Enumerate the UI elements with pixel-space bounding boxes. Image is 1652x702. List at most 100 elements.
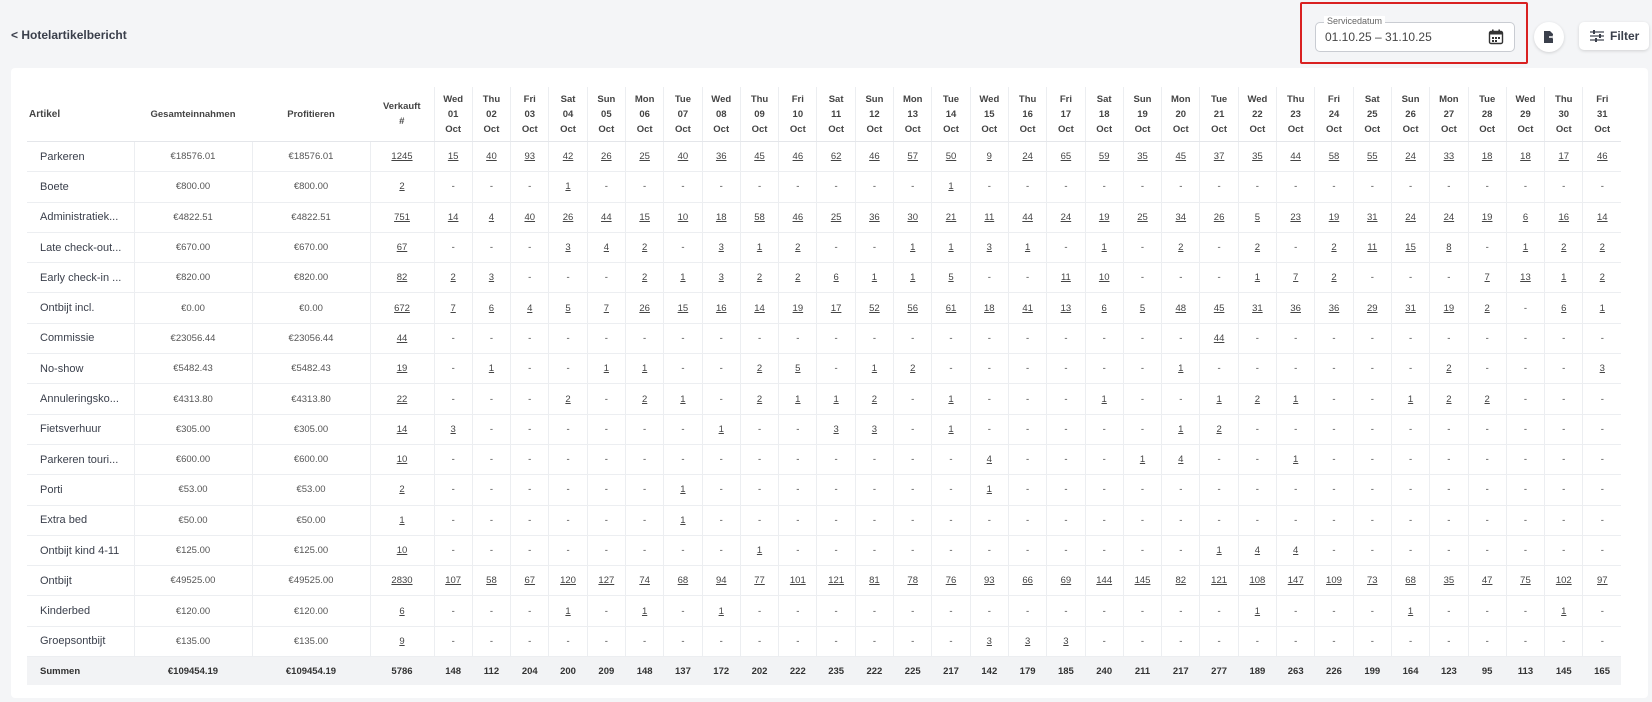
day-count-cell-value[interactable]: 1 xyxy=(680,394,685,405)
day-count-cell-value[interactable]: 2 xyxy=(910,363,915,374)
day-count-cell-value[interactable]: 6 xyxy=(489,303,494,314)
day-count-cell-value[interactable]: 69 xyxy=(1061,575,1072,586)
day-count-cell-value[interactable]: 24 xyxy=(1405,151,1416,162)
day-count-cell-value[interactable]: 97 xyxy=(1597,575,1608,586)
day-count-cell-value[interactable]: 57 xyxy=(907,151,918,162)
day-count-cell-value[interactable]: 46 xyxy=(793,151,804,162)
day-count-cell-value[interactable]: 2 xyxy=(795,242,800,253)
day-count-cell-value[interactable]: 37 xyxy=(1214,151,1225,162)
sold-count-cell-value[interactable]: 22 xyxy=(397,394,408,405)
day-count-cell-value[interactable]: 2 xyxy=(1255,394,1260,405)
day-count-cell-value[interactable]: 2 xyxy=(1178,242,1183,253)
day-count-cell-value[interactable]: 29 xyxy=(1367,303,1378,314)
day-count-cell-value[interactable]: 1 xyxy=(1600,303,1605,314)
day-count-cell-value[interactable]: 3 xyxy=(1063,636,1068,647)
day-count-cell-value[interactable]: 33 xyxy=(1444,151,1455,162)
sold-count-cell-value[interactable]: 2 xyxy=(399,181,404,192)
day-count-cell-value[interactable]: 52 xyxy=(869,303,880,314)
day-count-cell-value[interactable]: 41 xyxy=(1022,303,1033,314)
day-count-cell-value[interactable]: 82 xyxy=(1176,575,1187,586)
day-count-cell-value[interactable]: 74 xyxy=(639,575,650,586)
day-count-cell-value[interactable]: 14 xyxy=(1597,212,1608,223)
day-count-cell-value[interactable]: 24 xyxy=(1061,212,1072,223)
day-count-cell-value[interactable]: 1 xyxy=(948,181,953,192)
day-count-cell-value[interactable]: 58 xyxy=(754,212,765,223)
day-count-cell-value[interactable]: 66 xyxy=(1022,575,1033,586)
sold-count-cell-value[interactable]: 9 xyxy=(399,636,404,647)
day-count-cell-value[interactable]: 45 xyxy=(1214,303,1225,314)
day-count-cell-value[interactable]: 144 xyxy=(1096,575,1112,586)
day-count-cell-value[interactable]: 40 xyxy=(678,151,689,162)
day-count-cell-value[interactable]: 31 xyxy=(1252,303,1263,314)
day-count-cell-value[interactable]: 18 xyxy=(716,212,727,223)
day-count-cell-value[interactable]: 8 xyxy=(1446,242,1451,253)
day-count-cell-value[interactable]: 44 xyxy=(601,212,612,223)
day-count-cell-value[interactable]: 4 xyxy=(1293,545,1298,556)
day-count-cell-value[interactable]: 1 xyxy=(910,272,915,283)
day-count-cell-value[interactable]: 19 xyxy=(1329,212,1340,223)
day-count-cell-value[interactable]: 2 xyxy=(1485,394,1490,405)
day-count-cell-value[interactable]: 2 xyxy=(642,272,647,283)
day-count-cell-value[interactable]: 1 xyxy=(1561,606,1566,617)
day-count-cell-value[interactable]: 2 xyxy=(642,242,647,253)
day-count-cell-value[interactable]: 40 xyxy=(524,212,535,223)
day-count-cell-value[interactable]: 1 xyxy=(948,424,953,435)
day-count-cell-value[interactable]: 68 xyxy=(678,575,689,586)
day-count-cell-value[interactable]: 145 xyxy=(1135,575,1151,586)
day-count-cell-value[interactable]: 2 xyxy=(1485,303,1490,314)
day-count-cell-value[interactable]: 19 xyxy=(793,303,804,314)
day-count-cell-value[interactable]: 1 xyxy=(1255,606,1260,617)
day-count-cell-value[interactable]: 1 xyxy=(833,394,838,405)
day-count-cell-value[interactable]: 1 xyxy=(1255,272,1260,283)
day-count-cell-value[interactable]: 11 xyxy=(1061,272,1071,283)
day-count-cell-value[interactable]: 4 xyxy=(1178,454,1183,465)
day-count-cell-value[interactable]: 6 xyxy=(833,272,838,283)
day-count-cell-value[interactable]: 9 xyxy=(987,151,992,162)
day-count-cell-value[interactable]: 19 xyxy=(1099,212,1110,223)
day-count-cell-value[interactable]: 76 xyxy=(946,575,957,586)
day-count-cell-value[interactable]: 3 xyxy=(451,424,456,435)
day-count-cell-value[interactable]: 3 xyxy=(565,242,570,253)
day-count-cell-value[interactable]: 1 xyxy=(489,363,494,374)
day-count-cell-value[interactable]: 42 xyxy=(563,151,574,162)
day-count-cell-value[interactable]: 18 xyxy=(1482,151,1493,162)
day-count-cell-value[interactable]: 2 xyxy=(1331,242,1336,253)
day-count-cell-value[interactable]: 5 xyxy=(1140,303,1145,314)
day-count-cell-value[interactable]: 36 xyxy=(1290,303,1301,314)
day-count-cell-value[interactable]: 3 xyxy=(489,272,494,283)
sold-count-cell-value[interactable]: 672 xyxy=(394,303,410,314)
day-count-cell-value[interactable]: 1 xyxy=(642,363,647,374)
day-count-cell-value[interactable]: 2 xyxy=(795,272,800,283)
day-count-cell-value[interactable]: 2 xyxy=(1255,242,1260,253)
day-count-cell-value[interactable]: 1 xyxy=(719,424,724,435)
sold-count-cell-value[interactable]: 751 xyxy=(394,212,410,223)
day-count-cell-value[interactable]: 14 xyxy=(448,212,459,223)
day-count-cell-value[interactable]: 77 xyxy=(754,575,765,586)
day-count-cell-value[interactable]: 26 xyxy=(601,151,612,162)
day-count-cell-value[interactable]: 3 xyxy=(1600,363,1605,374)
day-count-cell-value[interactable]: 93 xyxy=(524,151,535,162)
day-count-cell-value[interactable]: 1 xyxy=(1561,272,1566,283)
day-count-cell-value[interactable]: 16 xyxy=(1558,212,1569,223)
col-header-profitieren[interactable]: Profitieren xyxy=(252,87,370,142)
day-count-cell-value[interactable]: 3 xyxy=(987,636,992,647)
sold-count-cell-value[interactable]: 1 xyxy=(399,515,404,526)
day-count-cell-value[interactable]: 4 xyxy=(987,454,992,465)
day-count-cell-value[interactable]: 81 xyxy=(869,575,880,586)
day-count-cell-value[interactable]: 7 xyxy=(1485,272,1490,283)
day-count-cell-value[interactable]: 1 xyxy=(872,272,877,283)
day-count-cell-value[interactable]: 59 xyxy=(1099,151,1110,162)
day-count-cell-value[interactable]: 1 xyxy=(1293,394,1298,405)
day-count-cell-value[interactable]: 26 xyxy=(563,212,574,223)
day-count-cell-value[interactable]: 24 xyxy=(1022,151,1033,162)
day-count-cell-value[interactable]: 26 xyxy=(1214,212,1225,223)
day-count-cell-value[interactable]: 15 xyxy=(1405,242,1416,253)
day-count-cell-value[interactable]: 6 xyxy=(1102,303,1107,314)
sold-count-cell-value[interactable]: 1245 xyxy=(391,151,412,162)
day-count-cell-value[interactable]: 1 xyxy=(680,484,685,495)
service-date-field[interactable]: Servicedatum 01.10.25 – 31.10.25 xyxy=(1315,16,1515,52)
day-count-cell-value[interactable]: 1 xyxy=(1293,454,1298,465)
day-count-cell-value[interactable]: 13 xyxy=(1061,303,1072,314)
day-count-cell-value[interactable]: 46 xyxy=(869,151,880,162)
day-count-cell-value[interactable]: 56 xyxy=(907,303,918,314)
